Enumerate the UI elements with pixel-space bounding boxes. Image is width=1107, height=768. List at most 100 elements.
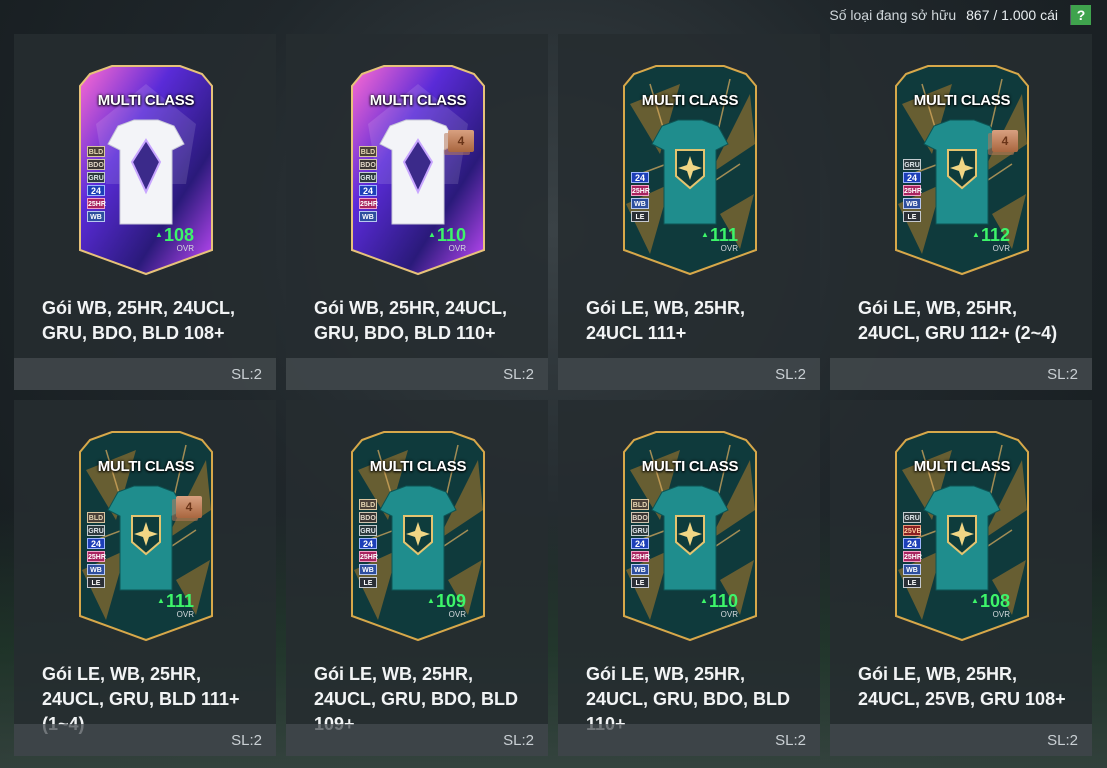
season-badges: 24 25HR WB LE [631, 172, 650, 222]
ovr-rating: 110OVR [700, 592, 738, 619]
pack-quantity: SL:2 [558, 358, 820, 390]
season-badge: 24 [903, 538, 921, 549]
ovr-value: 108 [155, 226, 194, 244]
ovr-rating: 109OVR [427, 592, 466, 619]
card-class-label: MULTI CLASS [913, 92, 1011, 109]
ovr-value: 109 [427, 592, 466, 610]
ovr-value: 108 [971, 592, 1010, 610]
ovr-rating: 112OVR [972, 226, 1010, 253]
season-badges: GRU 24 25HR WB LE [903, 159, 922, 222]
ovr-label: OVR [992, 244, 1010, 253]
ovr-label: OVR [448, 244, 466, 253]
ovr-value: 112 [972, 226, 1010, 244]
pack-quantity: SL:2 [286, 358, 548, 390]
pack-quantity: SL:2 [14, 358, 276, 390]
season-badge: 24 [87, 538, 105, 549]
pack-item[interactable]: MULTI CLASS 4 GRU 24 25HR WB LE 112OVR Gói LE, W… [830, 34, 1092, 390]
pack-card-image: MULTI CLASS 4 BLD BDO GRU 24 25HR WB 110OVR [348, 64, 488, 276]
season-badge: LE [631, 211, 649, 222]
pack-item[interactable]: MULTI CLASS 24 25HR WB LE 111OVR Gói LE, WB, 2… [558, 34, 820, 390]
season-badge: LE [903, 211, 921, 222]
season-badge: 25HR [359, 551, 378, 562]
season-badge: BDO [631, 512, 649, 523]
season-badges: BLD BDO GRU 24 25HR WB [359, 146, 378, 222]
ovr-label: OVR [176, 244, 194, 253]
season-badge: GRU [87, 172, 105, 183]
season-badge: BLD [631, 499, 649, 510]
pack-quantity: SL:2 [14, 724, 276, 756]
season-badge: 25HR [87, 551, 106, 562]
season-badges: BLD GRU 24 25HR WB LE [87, 512, 106, 588]
season-badge: 24 [87, 185, 105, 196]
season-badge: WB [87, 211, 105, 222]
pack-card-image: MULTI CLASS BLD BDO GRU 24 25HR WB LE 109OVR [348, 430, 488, 642]
grade-badge: 4 [448, 130, 474, 152]
season-badge: GRU [631, 525, 649, 536]
pack-card-image: MULTI CLASS 4 GRU 24 25HR WB LE 112OVR [892, 64, 1032, 276]
ovr-label: OVR [720, 244, 738, 253]
ovr-value: 111 [157, 592, 194, 610]
season-badge: GRU [903, 159, 921, 170]
season-badge: LE [903, 577, 921, 588]
pack-quantity: SL:2 [830, 724, 1092, 756]
season-badge: BLD [87, 512, 105, 523]
pack-title: Gói LE, WB, 25HR, 24UCL 111+ [586, 298, 746, 343]
pack-title: Gói LE, WB, 25HR, 24UCL, GRU 112+ (2~4) [858, 298, 1058, 343]
season-badge: GRU [87, 525, 105, 536]
pack-item[interactable]: MULTI CLASSBLDBDOGRU2425HRWBLE110OVRGói … [558, 400, 820, 756]
season-badge: WB [87, 564, 105, 575]
season-badge: 25HR [903, 551, 922, 562]
pack-card-image: MULTI CLASS 4 BLD GRU 24 25HR WB LE 111OVR [76, 430, 216, 642]
season-badge: 24 [359, 185, 377, 196]
season-badge: BDO [87, 159, 105, 170]
pack-item[interactable]: MULTI CLASS GRU 25VB 24 25HR WB LE 108OVR Gói LE… [830, 400, 1092, 756]
card-class-label: MULTI CLASS [913, 458, 1011, 475]
season-badge: WB [631, 198, 649, 209]
season-badge: 24 [903, 172, 921, 183]
pack-title: Gói LE, WB, 25HR, 24UCL, 25VB, GRU 108+ [858, 664, 1066, 709]
inventory-summary: Số loại đang sở hữu 867 / 1.000 cái ? [829, 4, 1091, 26]
season-badge: GRU [903, 512, 921, 523]
season-badge: 24 [631, 538, 649, 549]
pack-item[interactable]: MULTI CLASS BLD BDO GRU 24 25HR WB 108OVR Gói WB… [14, 34, 276, 390]
card-class-label: MULTI CLASS [369, 458, 467, 475]
season-badge: 24 [359, 538, 377, 549]
ovr-rating: 108OVR [155, 226, 194, 253]
season-badge: WB [631, 564, 649, 575]
help-button[interactable]: ? [1070, 5, 1091, 25]
pack-quantity: SL:2 [558, 724, 820, 756]
season-badges: BLD BDO GRU 24 25HR WB LE [631, 499, 650, 588]
season-badge: WB [359, 211, 377, 222]
season-badge: 25VB [903, 525, 922, 536]
grade-badge: 4 [992, 130, 1018, 152]
ovr-value: 110 [700, 592, 738, 610]
season-badges: BLD BDO GRU 24 25HR WB [87, 146, 106, 222]
season-badge: 25HR [87, 198, 106, 209]
season-badge: LE [87, 577, 105, 588]
season-badge: 24 [631, 172, 649, 183]
ovr-rating: 111OVR [701, 226, 738, 253]
ovr-label: OVR [448, 610, 466, 619]
owned-label: Số loại đang sở hữu [829, 7, 957, 23]
ovr-rating: 108OVR [971, 592, 1010, 619]
pack-grid: MULTI CLASSBLDBDOGRU2425HRWB108OVRGói WB… [14, 34, 1092, 756]
pack-item[interactable]: MULTI CLASSBLDBDOGRU2425HRWBLE109OVRGói … [286, 400, 548, 756]
season-badge: BDO [359, 159, 377, 170]
pack-card-image: MULTI CLASS BLD BDO GRU 24 25HR WB 108OVR [76, 64, 216, 276]
season-badge: GRU [359, 525, 377, 536]
card-class-label: MULTI CLASS [641, 92, 739, 109]
pack-item[interactable]: MULTI CLASS4BLDGRU2425HRWBLE111OVRGói LE… [14, 400, 276, 756]
pack-quantity: SL:2 [830, 358, 1092, 390]
ovr-value: 110 [428, 226, 466, 244]
owned-count: 867 / 1.000 cái [966, 7, 1058, 23]
pack-item[interactable]: MULTI CLASS 4 BLD BDO GRU 24 25HR WB 110OVR Gói W… [286, 34, 548, 390]
season-badges: GRU 25VB 24 25HR WB LE [903, 512, 922, 588]
card-class-label: MULTI CLASS [641, 458, 739, 475]
ovr-label: OVR [992, 610, 1010, 619]
card-class-label: MULTI CLASS [369, 92, 467, 109]
ovr-value: 111 [701, 226, 738, 244]
card-class-label: MULTI CLASS [97, 92, 195, 109]
season-badge: BLD [87, 146, 105, 157]
season-badge: 25HR [359, 198, 378, 209]
card-class-label: MULTI CLASS [97, 458, 195, 475]
